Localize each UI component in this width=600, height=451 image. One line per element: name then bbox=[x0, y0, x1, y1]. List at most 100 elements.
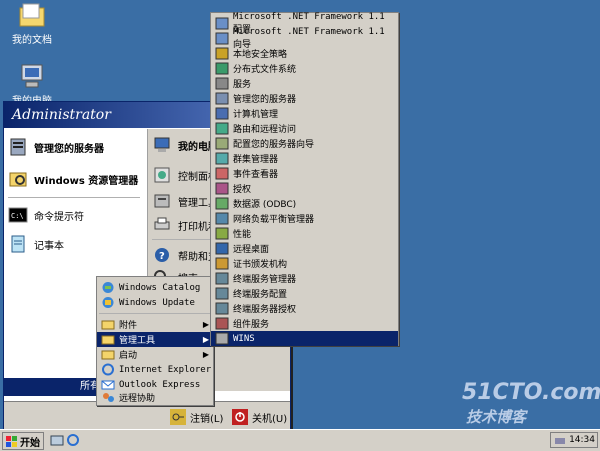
explorer-icon bbox=[9, 172, 27, 187]
admin-tool-item-performance[interactable]: 性能 bbox=[211, 226, 398, 241]
start-item-manage-server[interactable]: 管理您的服务器 bbox=[8, 135, 104, 159]
nlb-icon bbox=[215, 212, 229, 225]
menu-item-label: 终端服务管理器 bbox=[233, 275, 297, 285]
menu-item-windows-update[interactable]: Windows Update bbox=[97, 295, 213, 310]
admin-tool-item-terminal-manager[interactable]: 终端服务管理器 bbox=[211, 271, 398, 286]
menu-item-label: 群集管理器 bbox=[233, 155, 279, 165]
menu-item-label: 服务 bbox=[233, 80, 252, 90]
start-item-admin-tools[interactable]: 管理工具 bbox=[152, 189, 218, 213]
menu-item-label: 计算机管理 bbox=[233, 110, 279, 120]
shutdown-label: 关机(U) bbox=[252, 413, 288, 425]
menu-item-label: 终端服务器授权 bbox=[233, 305, 297, 315]
start-item-label: 管理您的服务器 bbox=[34, 143, 104, 155]
menu-item-label: Windows Catalog bbox=[119, 282, 201, 293]
ie-icon bbox=[102, 363, 114, 376]
admin-tools-icon bbox=[154, 194, 170, 208]
admin-tool-item-net-wizard[interactable]: Microsoft .NET Framework 1.1 向导 bbox=[211, 27, 398, 50]
svg-text:?: ? bbox=[159, 251, 165, 262]
admin-tool-item-event-viewer[interactable]: 事件查看器 bbox=[211, 166, 398, 181]
logoff-label: 注销(L) bbox=[190, 413, 224, 425]
quicklaunch-ie-icon[interactable] bbox=[66, 433, 80, 447]
admin-tool-item-services[interactable]: 服务 bbox=[211, 76, 398, 91]
menu-item-label: 远程协助 bbox=[119, 394, 156, 404]
menu-item-label: 终端服务配置 bbox=[233, 290, 288, 300]
submenu-arrow-icon: ▶ bbox=[202, 350, 209, 359]
submenu-arrow-icon: ▶ bbox=[202, 320, 209, 329]
key-icon bbox=[170, 409, 186, 425]
cluster-icon bbox=[215, 152, 229, 165]
admin-tool-item-terminal-config[interactable]: 终端服务配置 bbox=[211, 286, 398, 301]
admin-tool-item-dfs[interactable]: 分布式文件系统 bbox=[211, 61, 398, 76]
system-tray: 14:34 bbox=[550, 432, 598, 448]
desktop-icon-my-documents[interactable]: 我的文档 bbox=[2, 2, 62, 47]
menu-item-label: 组件服务 bbox=[233, 320, 270, 330]
menu-item-label: 本地安全策略 bbox=[233, 50, 288, 60]
start-item-explorer[interactable]: Windows 资源管理器 bbox=[8, 167, 138, 191]
admin-tool-item-nlb[interactable]: 网络负载平衡管理器 bbox=[211, 211, 398, 226]
menu-item-label: 配置您的服务器向导 bbox=[233, 140, 315, 150]
start-item-help[interactable]: ? 帮助和支 bbox=[152, 243, 218, 267]
server-manage-icon bbox=[10, 138, 26, 156]
odbc-icon bbox=[215, 197, 229, 210]
windows-logo-icon bbox=[6, 435, 17, 447]
admin-tool-item-terminal-license[interactable]: 终端服务器授权 bbox=[211, 301, 398, 316]
my-computer-icon bbox=[154, 137, 170, 152]
menu-item-remote-assistance[interactable]: 远程协助 bbox=[97, 390, 213, 405]
admin-tool-item-local-security[interactable]: 本地安全策略 bbox=[211, 46, 398, 61]
admin-tool-item-component-services[interactable]: 组件服务 bbox=[211, 316, 398, 331]
printer-icon bbox=[154, 217, 170, 230]
start-item-notepad[interactable]: 记事本 bbox=[8, 232, 64, 256]
admin-tool-item-computer-management[interactable]: 计算机管理 bbox=[211, 106, 398, 121]
start-item-control-panel[interactable]: 控制面板 bbox=[152, 163, 218, 187]
shutdown-button[interactable]: 关机(U) bbox=[232, 408, 287, 426]
admin-tool-item-remote-desktop[interactable]: 远程桌面 bbox=[211, 241, 398, 256]
performance-icon bbox=[215, 227, 229, 240]
logoff-button[interactable]: 注销(L) bbox=[170, 408, 223, 426]
admin-tool-item-certificate[interactable]: 证书颁发机构 bbox=[211, 256, 398, 271]
admin-tool-item-routing[interactable]: 路由和远程访问 bbox=[211, 121, 398, 136]
admin-tool-item-cluster[interactable]: 群集管理器 bbox=[211, 151, 398, 166]
taskbar: 开始 14:34 bbox=[0, 429, 600, 451]
routing-icon bbox=[215, 122, 229, 135]
menu-item-label: 事件查看器 bbox=[233, 170, 279, 180]
menu-item-label: 授权 bbox=[233, 185, 252, 195]
menu-item-admin-tools[interactable]: 管理工具 ▶ bbox=[97, 332, 213, 347]
start-item-label: 命令提示符 bbox=[34, 211, 84, 223]
menu-item-label: 远程桌面 bbox=[233, 245, 270, 255]
clock[interactable]: 14:34 bbox=[569, 435, 595, 445]
start-button-label: 开始 bbox=[20, 437, 40, 449]
dfs-icon bbox=[215, 62, 229, 75]
notepad-icon bbox=[11, 235, 25, 253]
menu-item-accessories[interactable]: 附件 ▶ bbox=[97, 317, 213, 332]
menu-item-label: 路由和远程访问 bbox=[233, 125, 297, 135]
watermark-blog: 技术博客 bbox=[466, 408, 527, 426]
component-services-icon bbox=[215, 317, 229, 330]
menu-item-windows-catalog[interactable]: Windows Catalog bbox=[97, 280, 213, 295]
network-tray-icon[interactable] bbox=[555, 435, 566, 445]
start-item-cmd[interactable]: C:\ 命令提示符 bbox=[8, 203, 84, 227]
power-icon bbox=[232, 409, 248, 425]
admin-tool-item-odbc[interactable]: 数据源 (ODBC) bbox=[211, 196, 398, 211]
admin-tool-item-configure-server[interactable]: 配置您的服务器向导 bbox=[211, 136, 398, 151]
wins-icon bbox=[215, 332, 229, 345]
menu-separator bbox=[99, 313, 211, 314]
windows-catalog-icon bbox=[102, 282, 114, 293]
watermark-51cto: 51CTO.com bbox=[462, 380, 600, 405]
folder-icon bbox=[101, 335, 115, 345]
admin-tool-item-wins[interactable]: WINS bbox=[211, 331, 398, 346]
quicklaunch-explorer-icon[interactable] bbox=[50, 433, 64, 447]
menu-item-internet-explorer[interactable]: Internet Explorer bbox=[97, 362, 213, 377]
start-item-my-computer[interactable]: 我的电脑 bbox=[152, 133, 218, 157]
start-item-printers[interactable]: 打印机和 bbox=[152, 213, 218, 237]
submenu-arrow-icon: ▶ bbox=[202, 335, 209, 344]
local-security-icon bbox=[215, 47, 229, 60]
start-button[interactable]: 开始 bbox=[2, 432, 44, 450]
admin-tool-item-licensing[interactable]: 授权 bbox=[211, 181, 398, 196]
folder-icon bbox=[101, 350, 115, 360]
menu-item-label: Windows Update bbox=[119, 297, 195, 308]
svg-text:C:\: C:\ bbox=[11, 212, 24, 220]
menu-item-startup[interactable]: 启动 ▶ bbox=[97, 347, 213, 362]
folder-icon bbox=[101, 320, 115, 330]
admin-tool-item-server-manage[interactable]: 管理您的服务器 bbox=[211, 91, 398, 106]
desktop-icon-label: 我的文档 bbox=[12, 35, 52, 46]
